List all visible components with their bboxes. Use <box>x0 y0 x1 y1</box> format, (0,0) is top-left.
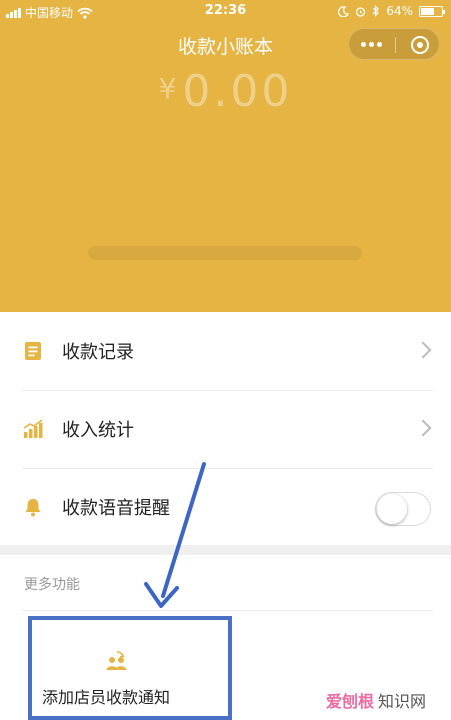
more-dots-icon[interactable] <box>361 42 382 47</box>
toggle-knob <box>377 494 407 524</box>
voice-reminder-toggle[interactable] <box>375 492 431 526</box>
header-panel: 中国移动 22:36 64% 收款小账本 ¥ 0.00 <box>0 0 451 312</box>
capsule-divider <box>395 37 396 53</box>
menu-item-voice-reminder: 收款语音提醒 <box>0 468 451 546</box>
divider <box>22 610 433 611</box>
menu-item-label: 收入统计 <box>62 420 134 441</box>
amount-value: 0.00 <box>182 66 293 117</box>
feature-label: 添加店员收款通知 <box>42 688 171 707</box>
section-title: 更多功能 <box>24 577 80 593</box>
bell-icon <box>25 499 41 517</box>
feature-add-staff-notification[interactable]: 添加店员收款通知 <box>28 616 232 720</box>
alarm-icon <box>356 6 366 17</box>
menu-item-statistics[interactable]: 收入统计 <box>0 390 451 468</box>
section-separator <box>0 545 451 555</box>
close-target-icon[interactable] <box>411 36 429 54</box>
moon-icon <box>338 5 350 17</box>
chevron-right-icon <box>414 419 432 437</box>
menu-item-label: 收款记录 <box>62 342 134 363</box>
battery-percent: 64% <box>386 4 413 18</box>
status-right: 64% <box>338 4 445 18</box>
mini-program-capsule[interactable] <box>348 28 440 60</box>
menu-item-label: 收款语音提醒 <box>62 498 170 519</box>
watermark-logo: 爱刨根 知识网 <box>326 688 426 712</box>
bar-chart-icon <box>23 419 43 438</box>
document-icon <box>25 342 41 360</box>
menu-item-records[interactable]: 收款记录 <box>0 312 451 390</box>
total-amount: ¥0.00 <box>0 66 451 117</box>
bluetooth-icon <box>372 5 380 17</box>
status-bar: 中国移动 22:36 64% <box>0 0 451 24</box>
currency-symbol: ¥ <box>158 72 177 105</box>
watermark-brand: 爱刨根 <box>326 692 375 711</box>
watermark-suffix: 知识网 <box>378 692 427 711</box>
header-placeholder-bar <box>88 246 362 260</box>
staff-group-icon <box>106 651 127 670</box>
chevron-right-icon <box>414 341 432 359</box>
menu-list: 收款记录 收入统计 收款语音提醒 <box>0 312 451 546</box>
battery-icon <box>419 5 445 17</box>
